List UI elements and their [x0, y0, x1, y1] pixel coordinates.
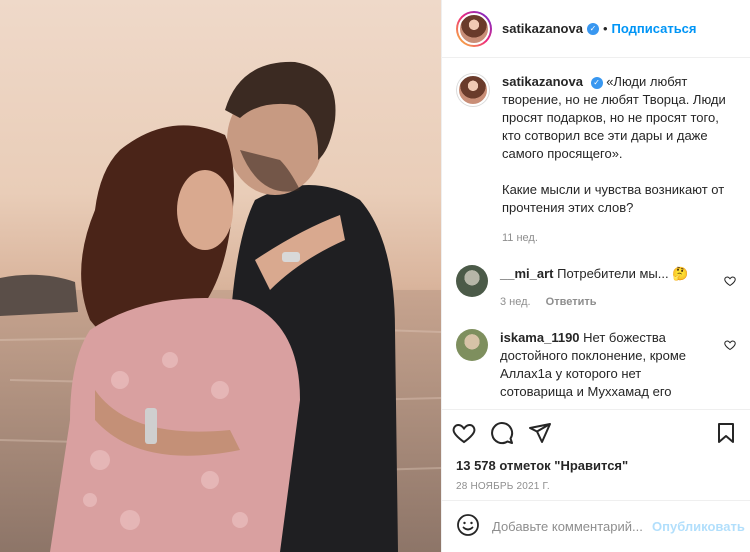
bookmark-icon[interactable]: [714, 421, 738, 445]
comment-item: __mi_art Потребители мы... 🤔 3 нед. Отве…: [456, 265, 736, 311]
commenter-avatar[interactable]: [456, 329, 488, 361]
post-sidebar: satikazanova ✓ • Подписаться satikazanov…: [441, 0, 750, 552]
emoji-icon[interactable]: [456, 513, 480, 540]
post-header: satikazanova ✓ • Подписаться: [442, 0, 750, 58]
verified-icon: ✓: [590, 76, 603, 89]
couple-photo-illustration: [0, 61, 441, 552]
likes-count[interactable]: 13 578 отметок "Нравится": [452, 458, 740, 473]
post-date[interactable]: 28 НОЯБРЬ 2021 Г.: [452, 481, 740, 492]
caption-avatar[interactable]: [456, 73, 490, 107]
caption-question: Какие мысли и чувства возникают от прочт…: [502, 182, 725, 215]
comment-icon[interactable]: [490, 421, 514, 445]
comments-list[interactable]: satikazanova ✓ «Люди любят творение, но …: [442, 59, 750, 409]
commenter-username[interactable]: iskama_1190: [500, 330, 580, 345]
reply-button[interactable]: Ответить: [546, 296, 597, 308]
author-avatar[interactable]: [456, 10, 492, 47]
separator-dot: •: [602, 21, 608, 36]
post-photo[interactable]: [0, 0, 441, 552]
commenter-avatar[interactable]: [456, 265, 488, 297]
follow-button[interactable]: Подписаться: [612, 21, 697, 36]
commenter-username[interactable]: __mi_art: [500, 266, 553, 281]
add-comment-bar: Опубликовать: [442, 500, 750, 552]
share-icon[interactable]: [528, 421, 552, 445]
comment-item: iskama_1190 Нет божества достойного покл…: [456, 329, 736, 401]
heart-icon[interactable]: [452, 421, 476, 445]
caption-age[interactable]: 11 нед.: [502, 229, 734, 247]
comment-input[interactable]: [492, 519, 652, 534]
publish-button[interactable]: Опубликовать: [652, 519, 745, 534]
caption-username[interactable]: satikazanova: [502, 74, 583, 89]
author-username[interactable]: satikazanova: [502, 21, 583, 36]
verified-icon: ✓: [586, 22, 599, 35]
post-actions: 13 578 отметок "Нравится" 28 НОЯБРЬ 2021…: [442, 409, 750, 492]
like-comment-heart-icon[interactable]: [724, 275, 736, 290]
post-caption: satikazanova ✓ «Люди любят творение, но …: [456, 73, 736, 247]
comment-age[interactable]: 3 нед.: [500, 296, 531, 308]
like-comment-heart-icon[interactable]: [724, 339, 736, 354]
comment-text: Потребители мы... 🤔: [557, 266, 689, 281]
